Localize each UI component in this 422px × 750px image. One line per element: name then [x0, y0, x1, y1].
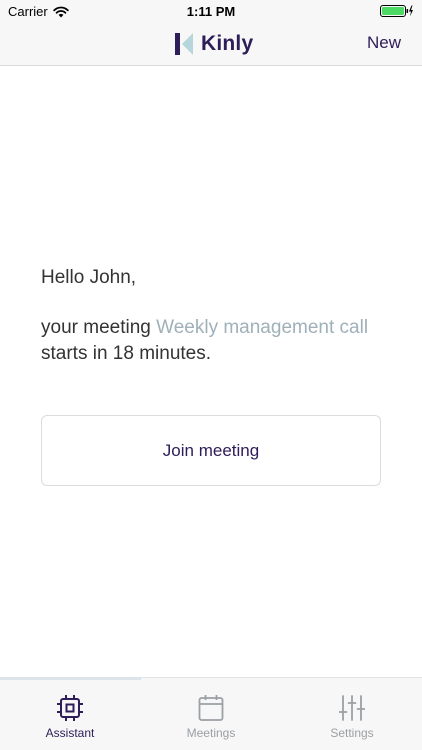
calendar-icon	[198, 695, 224, 721]
meeting-message: your meeting Weekly management call star…	[41, 315, 381, 367]
tab-assistant[interactable]: Assistant	[0, 678, 140, 750]
tab-label-assistant: Assistant	[45, 726, 95, 740]
join-meeting-button[interactable]: Join meeting	[41, 415, 381, 486]
status-time: 1:11 PM	[186, 4, 236, 19]
tab-label-settings: Settings	[330, 726, 374, 740]
tab-label-meetings: Meetings	[186, 726, 236, 740]
meeting-name: Weekly management call	[156, 317, 369, 338]
greeting-text: Hello John,	[41, 267, 137, 288]
battery-icon	[380, 5, 413, 17]
tab-settings[interactable]: Settings	[282, 678, 422, 750]
kinly-logo-mark-icon	[175, 33, 193, 55]
sliders-icon	[339, 695, 365, 721]
nav-bar: Kinly New	[0, 22, 422, 66]
chip-icon	[57, 695, 83, 721]
message-prefix: your meeting	[41, 317, 157, 338]
kinly-logo: Kinly	[175, 32, 253, 56]
status-bar: Carrier 1:11 PM	[0, 0, 422, 22]
logo-text: Kinly	[201, 32, 254, 55]
new-button[interactable]: New	[367, 33, 401, 53]
tab-meetings[interactable]: Meetings	[141, 678, 281, 750]
tab-bar: Assistant Meetings Settings	[0, 677, 422, 750]
screen: Carrier 1:11 PM Kinly New Hello John, yo…	[0, 0, 422, 750]
message-suffix: starts in 18 minutes.	[41, 343, 212, 364]
